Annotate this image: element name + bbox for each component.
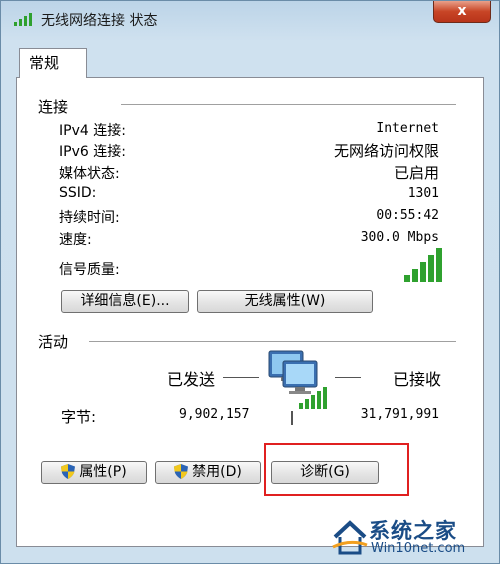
signal-strength-icon <box>404 248 442 282</box>
uac-shield-icon <box>174 464 189 479</box>
speed-value: 300.0 Mbps <box>360 230 439 245</box>
close-button[interactable]: x <box>433 1 491 23</box>
watermark-logo: 系统之家 Win10net.com <box>329 513 499 563</box>
bytes-received-value: 31,791,991 <box>360 407 439 422</box>
properties-button-label: 属性(P) <box>79 464 127 480</box>
sent-label: 已发送 <box>167 370 216 389</box>
bytes-sent-value: 9,902,157 <box>179 407 250 422</box>
wifi-signal-icon <box>14 13 32 26</box>
disable-button-label: 禁用(D) <box>192 464 242 480</box>
watermark-subtitle: Win10net.com <box>371 541 466 556</box>
window-title: 无线网络连接 状态 <box>41 13 158 29</box>
bytes-label: 字节: <box>61 408 97 426</box>
network-link-line <box>291 411 293 425</box>
connection-divider <box>121 104 456 105</box>
ssid-label: SSID: <box>59 185 97 201</box>
disable-button[interactable]: 禁用(D) <box>155 461 261 484</box>
properties-button[interactable]: 属性(P) <box>41 461 147 484</box>
activity-divider <box>89 341 456 342</box>
activity-section-title: 活动 <box>38 333 69 351</box>
house-logo-icon <box>332 520 368 555</box>
tab-general[interactable]: 常规 <box>19 48 87 78</box>
wireless-properties-label: 无线属性(W) <box>244 293 326 309</box>
status-dialog: 无线网络连接 状态 x 常规 连接 IPv4 连接: Internet IPv6… <box>0 0 500 564</box>
details-button-label: 详细信息(E)... <box>80 293 170 309</box>
received-label: 已接收 <box>393 370 442 389</box>
ipv4-label: IPv4 连接: <box>59 123 126 139</box>
highlight-box <box>264 443 409 496</box>
ipv4-value: Internet <box>376 121 439 136</box>
wireless-properties-button[interactable]: 无线属性(W) <box>197 290 373 313</box>
ssid-value: 1301 <box>407 186 439 201</box>
received-connector-line <box>335 377 361 378</box>
title-bar: 无线网络连接 状态 x <box>1 1 499 37</box>
duration-label: 持续时间: <box>59 210 120 226</box>
duration-value: 00:55:42 <box>376 208 439 223</box>
network-computers-icon <box>268 350 327 409</box>
media-state-value: 已启用 <box>393 164 439 182</box>
uac-shield-icon <box>61 464 76 479</box>
ipv6-label: IPv6 连接: <box>59 144 126 160</box>
media-state-label: 媒体状态: <box>59 166 120 182</box>
speed-label: 速度: <box>59 232 92 248</box>
sent-connector-line <box>223 377 259 378</box>
connection-section-title: 连接 <box>38 98 69 116</box>
ipv6-value: 无网络访问权限 <box>333 142 439 160</box>
details-button[interactable]: 详细信息(E)... <box>61 290 189 313</box>
signal-quality-label: 信号质量: <box>59 262 120 278</box>
tab-general-label: 常规 <box>29 54 60 72</box>
close-icon: x <box>457 3 467 19</box>
